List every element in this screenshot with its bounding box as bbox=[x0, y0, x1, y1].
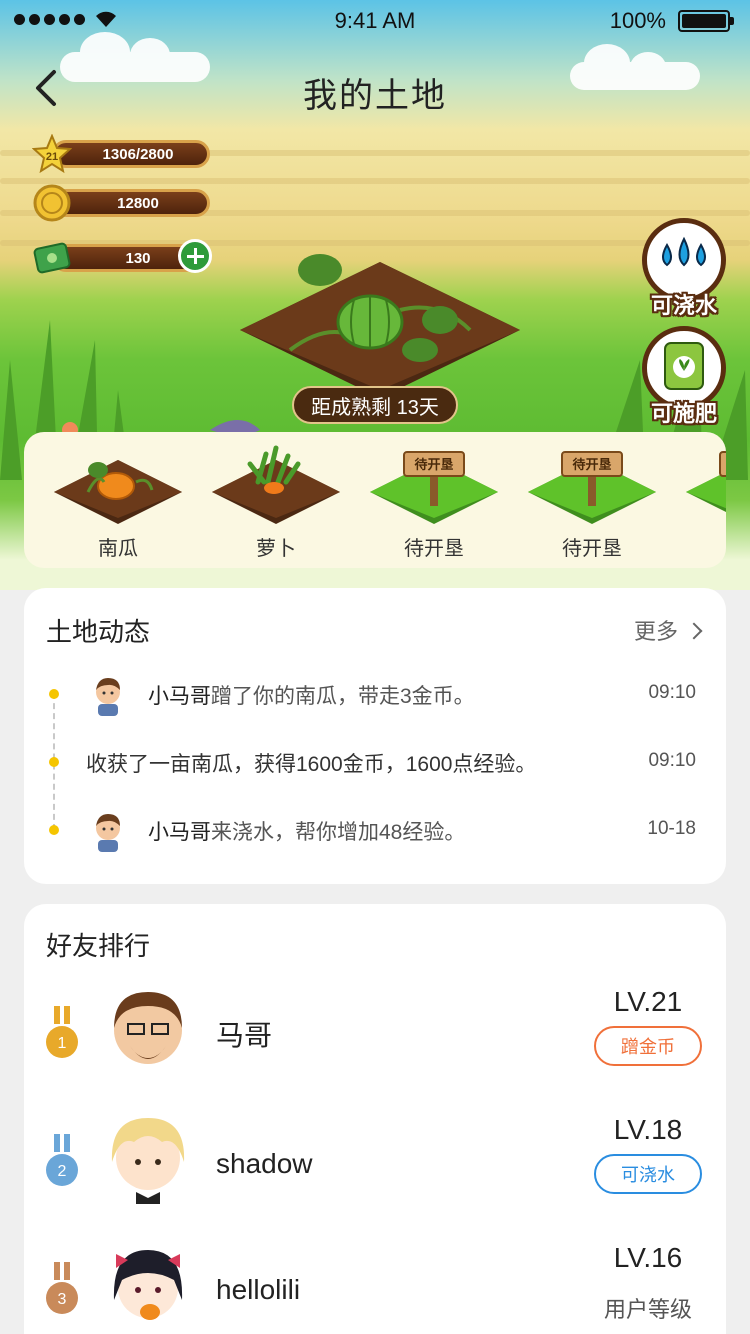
plot-label: 待开垦 bbox=[562, 538, 622, 560]
page-title: 我的土地 bbox=[303, 77, 447, 115]
feed-text: 小马哥蹭了你的南瓜，带走3金币。 bbox=[148, 685, 475, 708]
feed-time: 10-18 bbox=[647, 818, 696, 839]
friend-level: LV.16 bbox=[613, 1242, 683, 1273]
land-activity-card: 土地动态 更多 小马哥蹭了你的南瓜，带走3金币。 09:10 收获了一亩南瓜，获… bbox=[24, 588, 726, 884]
friend-level: LV.21 bbox=[613, 986, 683, 1017]
bronze-medal-icon: 3 bbox=[46, 1262, 78, 1314]
plot-unclaimed[interactable]: 待 bbox=[680, 432, 726, 568]
plot-label: 南瓜 bbox=[98, 538, 138, 560]
star-icon: 21 bbox=[32, 134, 72, 174]
ranking-title: 好友排行 bbox=[46, 931, 151, 961]
feed-item: 小马哥来浇水，帮你增加48经验。 10-18 bbox=[24, 800, 726, 860]
friend-level: LV.18 bbox=[613, 1114, 683, 1145]
exp-value: 1306/2800 bbox=[52, 140, 210, 168]
svg-text:3: 3 bbox=[58, 1291, 67, 1308]
friend-name: hellolili bbox=[216, 1274, 301, 1305]
pumpkin-plot-icon bbox=[54, 460, 182, 524]
main-plot-pumpkin[interactable] bbox=[230, 240, 530, 400]
water-action[interactable]: 可浇水 bbox=[642, 218, 726, 320]
feed-text: 收获了一亩南瓜，获得1600金币，1600点经验。 bbox=[86, 753, 537, 776]
fertilize-action[interactable]: 可施肥 bbox=[642, 326, 726, 428]
svg-text:2: 2 bbox=[58, 1163, 67, 1180]
plot-label: 待开垦 bbox=[404, 538, 464, 560]
feed-item: 小马哥蹭了你的南瓜，带走3金币。 09:10 bbox=[24, 664, 726, 724]
battery-icon bbox=[678, 10, 734, 32]
friend-name: shadow bbox=[216, 1148, 313, 1179]
more-link[interactable]: 更多 bbox=[634, 614, 700, 646]
friend-ranking-card: 好友排行 1 马哥 LV.21 蹭金币 2 shadow LV.18 可浇水 3… bbox=[24, 904, 726, 1334]
svg-text:21: 21 bbox=[46, 151, 58, 163]
avatar bbox=[96, 814, 120, 852]
plot-pumpkin[interactable]: 南瓜 bbox=[48, 432, 188, 568]
ripen-countdown: 距成熟剩 13天 bbox=[292, 386, 458, 424]
unclaimed-plot-icon bbox=[686, 451, 726, 512]
timeline-dot bbox=[49, 825, 59, 835]
plot-label: 待 bbox=[680, 532, 726, 561]
feed-time: 09:10 bbox=[648, 682, 696, 703]
plots-strip: 南瓜 萝卜 待开垦 待开垦 待开垦 待开垦 bbox=[24, 432, 726, 568]
steal-coin-button[interactable]: 蹭金币 bbox=[594, 1026, 702, 1066]
plot-unclaimed[interactable]: 待开垦 待开垦 bbox=[364, 432, 504, 568]
ranking-row[interactable]: 2 shadow LV.18 可浇水 bbox=[24, 1112, 726, 1240]
ranking-row[interactable]: 3 hellolili LV.16 用户等级 bbox=[24, 1240, 726, 1334]
cash-bar: 130 bbox=[32, 238, 212, 278]
feed-item: 收获了一亩南瓜，获得1600金币，1600点经验。 09:10 bbox=[24, 732, 726, 792]
timeline-dot bbox=[49, 757, 59, 767]
water-friend-button[interactable]: 可浇水 bbox=[594, 1154, 702, 1194]
user-level-label: 用户等级 bbox=[603, 1297, 692, 1322]
feed-text: 小马哥来浇水，帮你增加48经验。 bbox=[148, 821, 466, 844]
svg-text:待开垦: 待开垦 bbox=[413, 457, 453, 472]
plot-unclaimed[interactable]: 待开垦 待开垦 bbox=[522, 432, 662, 568]
svg-text:待开垦: 待开垦 bbox=[571, 457, 611, 472]
ranking-row[interactable]: 1 马哥 LV.21 蹭金币 bbox=[24, 984, 726, 1112]
coin-bar: 12800 bbox=[32, 183, 212, 223]
farm-scene: 9:41 AM 100% 我的土地 21 1306/2800 12800 130 bbox=[0, 0, 750, 590]
coin-icon bbox=[33, 184, 71, 222]
carrot-plot-icon bbox=[212, 445, 340, 524]
avatar bbox=[96, 678, 120, 716]
timeline-dot bbox=[49, 689, 59, 699]
coin-value: 12800 bbox=[52, 189, 210, 217]
avatar bbox=[111, 1118, 185, 1204]
avatar bbox=[114, 992, 182, 1064]
avatar bbox=[113, 1250, 183, 1320]
gold-medal-icon: 1 bbox=[46, 1006, 78, 1058]
svg-text:1: 1 bbox=[58, 1035, 67, 1052]
unclaimed-plot-icon: 待开垦 bbox=[528, 451, 656, 524]
add-cash-button[interactable] bbox=[178, 239, 212, 273]
unclaimed-plot-icon: 待开垦 bbox=[370, 451, 498, 524]
feed-title: 土地动态 bbox=[46, 617, 151, 647]
silver-medal-icon: 2 bbox=[46, 1134, 78, 1186]
friend-name: 马哥 bbox=[216, 1020, 273, 1051]
feed-time: 09:10 bbox=[648, 750, 696, 771]
plot-carrot[interactable]: 萝卜 bbox=[206, 432, 346, 568]
cash-icon bbox=[33, 242, 71, 274]
status-bar: 9:41 AM 100% bbox=[0, 0, 750, 40]
level-exp-bar: 21 1306/2800 bbox=[32, 134, 212, 174]
plot-label: 萝卜 bbox=[256, 538, 296, 560]
fertilize-label: 可施肥 bbox=[650, 401, 717, 426]
water-label: 可浇水 bbox=[650, 293, 717, 318]
battery-percent: 100% bbox=[609, 8, 666, 33]
